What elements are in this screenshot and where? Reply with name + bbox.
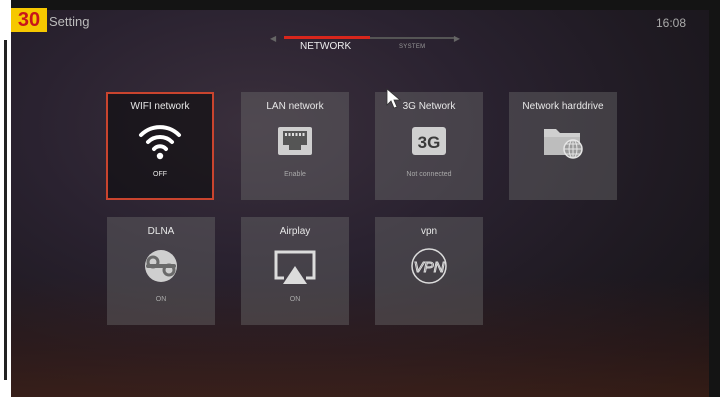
network-folder-icon bbox=[544, 129, 583, 159]
svg-text:3G: 3G bbox=[418, 133, 441, 152]
margin-rule bbox=[4, 40, 7, 380]
tile-dlna[interactable]: DLNA ON bbox=[107, 217, 215, 325]
svg-text:VPN: VPN bbox=[414, 259, 445, 276]
tile-network-harddrive[interactable]: Network harddrive bbox=[509, 92, 617, 200]
3g-icon: 3G bbox=[412, 127, 446, 155]
tab-system[interactable]: SYSTEM bbox=[399, 44, 425, 50]
tab-network[interactable]: NETWORK bbox=[300, 41, 351, 52]
tile-status: Not connected bbox=[406, 171, 452, 178]
tile-airplay[interactable]: Airplay ON bbox=[241, 217, 349, 325]
tab-active-indicator bbox=[284, 36, 370, 39]
page-title: Setting bbox=[49, 14, 90, 29]
clock: 16:08 bbox=[656, 16, 687, 30]
dlna-icon bbox=[145, 250, 177, 282]
wifi-icon bbox=[139, 125, 181, 160]
tile-lan-network[interactable]: LAN network Enable bbox=[241, 92, 349, 200]
step-number-badge: 30 bbox=[11, 8, 47, 32]
tile-label: vpn bbox=[420, 226, 438, 237]
tile-status: ON bbox=[155, 296, 167, 303]
tile-label: LAN network bbox=[266, 101, 324, 112]
tile-wifi-network[interactable]: WIFI network OFF bbox=[106, 92, 214, 200]
tile-status: ON bbox=[289, 296, 301, 303]
tile-label: DLNA bbox=[147, 226, 175, 237]
mouse-pointer-icon bbox=[386, 88, 402, 109]
tv-screen bbox=[11, 10, 709, 397]
tab-bar: ◀ ▶ NETWORK SYSTEM bbox=[270, 30, 460, 60]
airplay-icon bbox=[274, 250, 316, 284]
tile-status: OFF bbox=[153, 171, 167, 178]
vpn-icon: VPN bbox=[411, 248, 447, 284]
tile-vpn[interactable]: vpn VPN bbox=[375, 217, 483, 325]
page-margin bbox=[0, 0, 11, 397]
tile-label: WIFI network bbox=[130, 101, 190, 112]
tile-label: Network harddrive bbox=[522, 101, 604, 112]
tile-status: Enable bbox=[284, 171, 306, 178]
ethernet-port-icon bbox=[278, 127, 312, 155]
tile-label: Airplay bbox=[279, 226, 311, 237]
chevron-right-icon[interactable]: ▶ bbox=[454, 34, 460, 43]
chevron-left-icon[interactable]: ◀ bbox=[270, 34, 276, 43]
